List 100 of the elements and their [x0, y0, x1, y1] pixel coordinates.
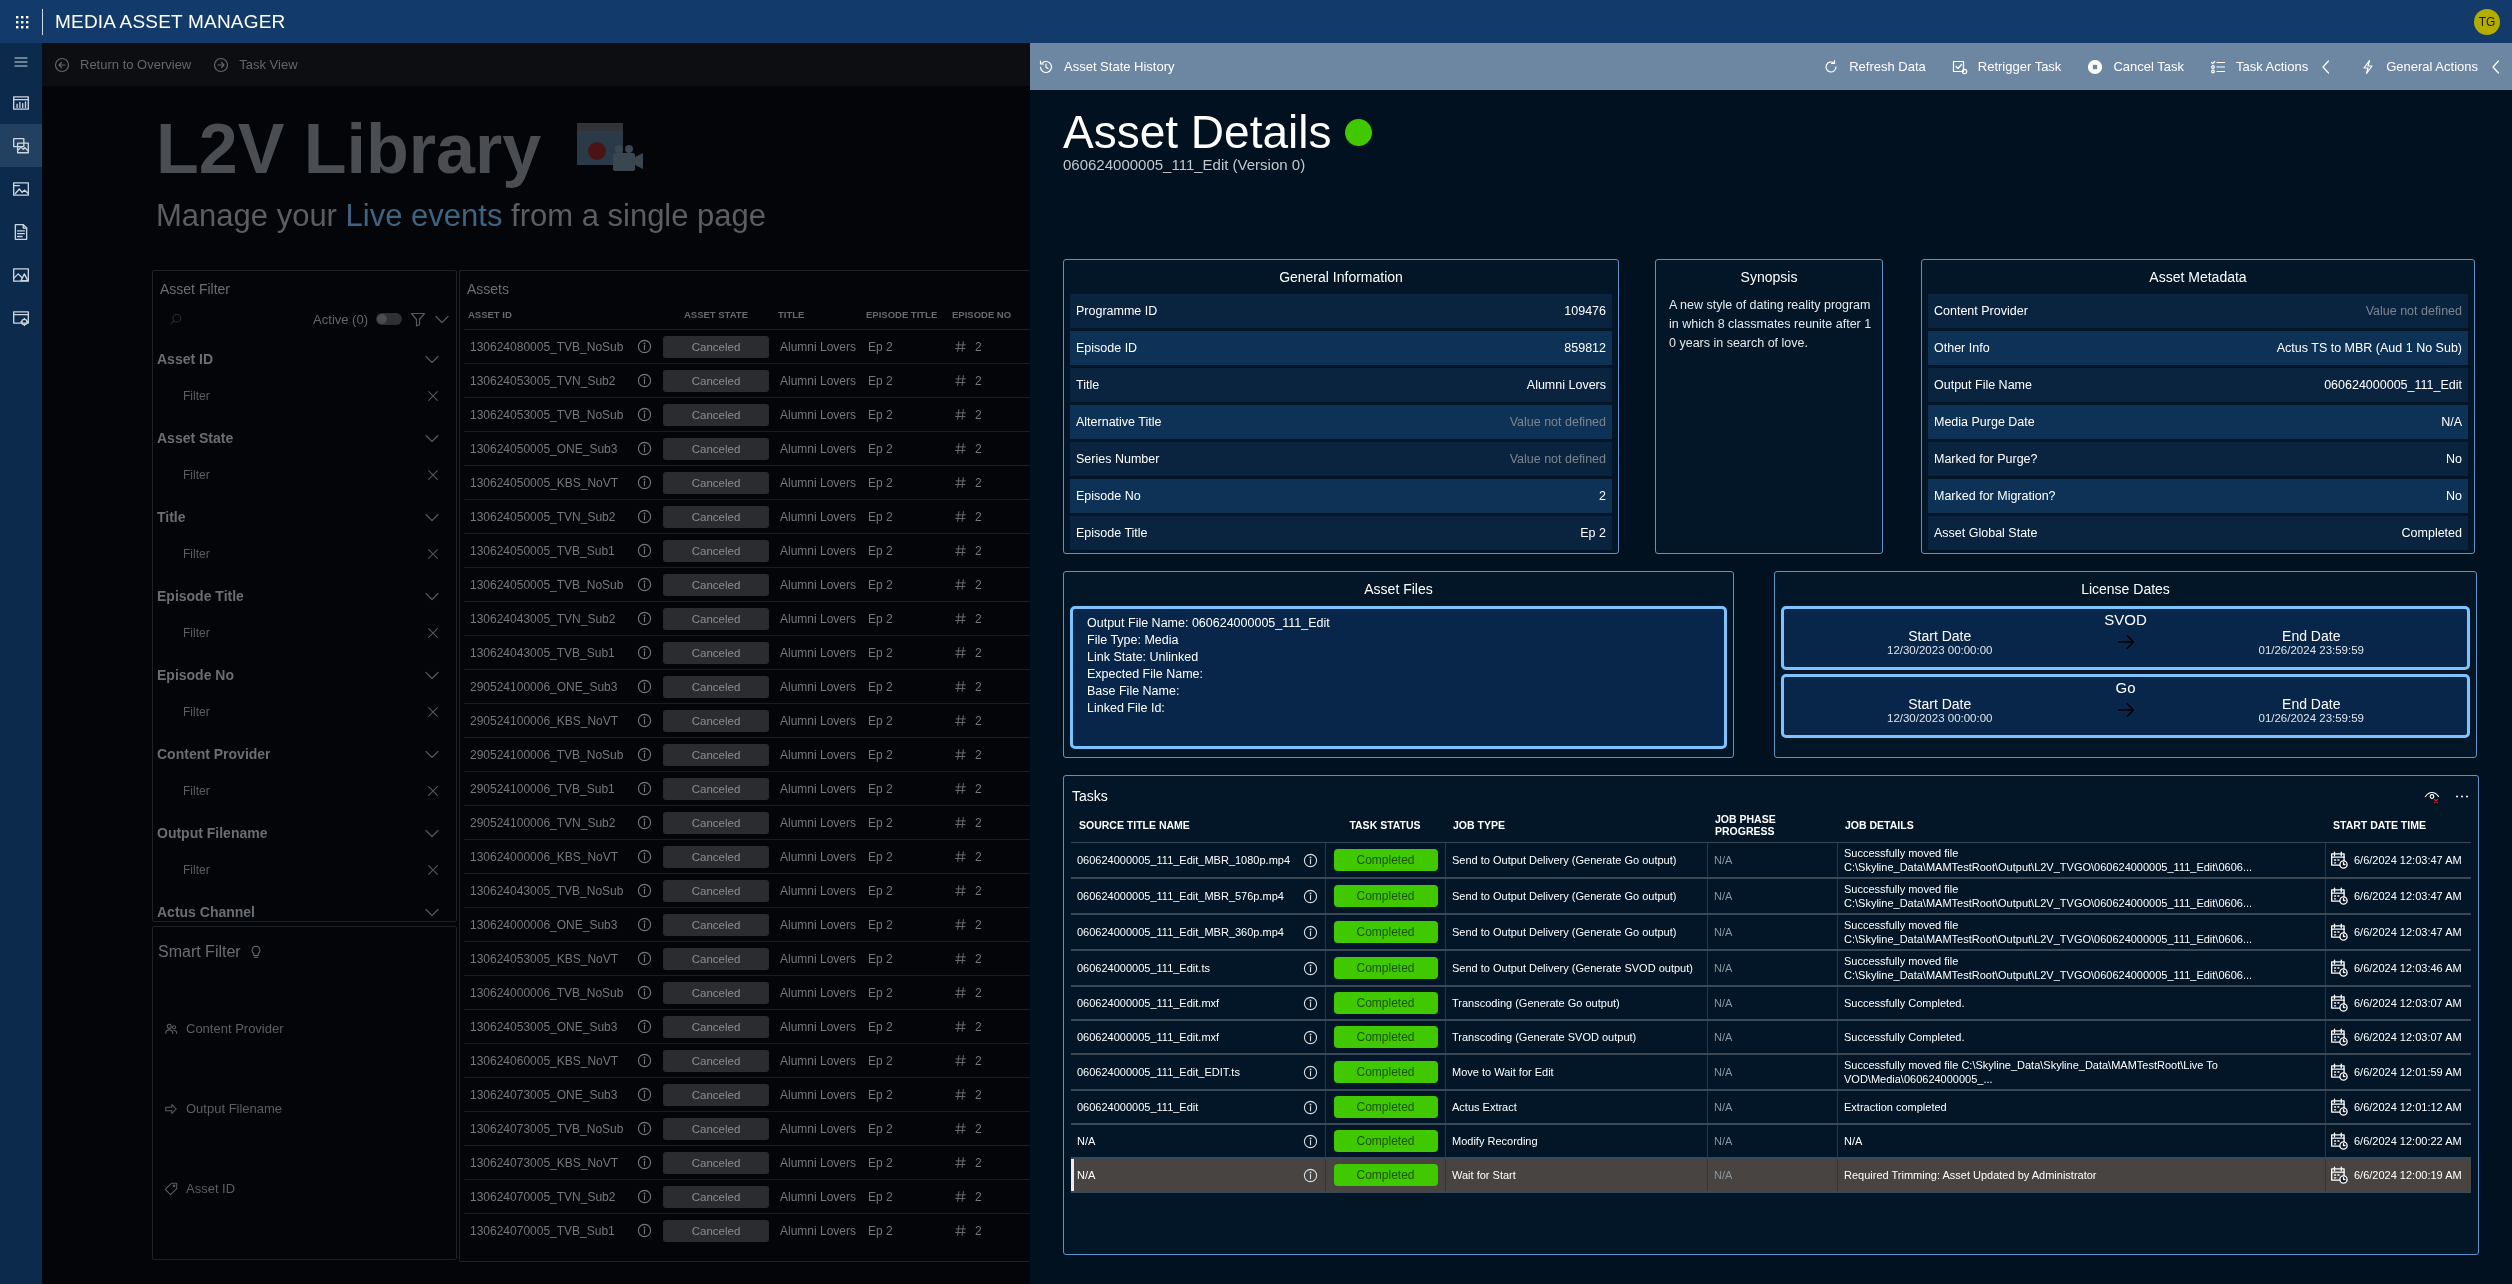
table-cell: Successfully moved file C:\Skyline_Data\Skyline_Data\MAMTestRoot\Live To VOD\Media\060624000005_... [1837, 1055, 2325, 1090]
search-icon [169, 312, 183, 326]
table-cell-text: 060624000005_111_Edit.ts [1076, 961, 1211, 977]
table-cell: 2 [975, 475, 982, 490]
hash-icon [954, 1224, 967, 1237]
task-row[interactable]: 060624000005_111_Edit.mxf Completed Transcoding (Generate SVOD output) N/A Successfully Completed. 6/6/2024 12:03:07 AM [1071, 1021, 2471, 1056]
column-header: JOB TYPE [1445, 808, 1707, 844]
field-value: Actus TS to MBR (Aud 1 No Sub) [2276, 341, 2462, 356]
filter-label: Asset State [157, 430, 234, 446]
filter-field[interactable]: Filter [181, 625, 385, 641]
smart-filter-item[interactable]: Output Filename [164, 1101, 456, 1116]
task-row[interactable]: 060624000005_111_Edit Completed Actus Extract N/A Extraction completed 6/6/2024 12:01:12 AM [1071, 1091, 2471, 1126]
table-cell: 6/6/2024 12:00:19 AM [2354, 1168, 2462, 1183]
smart-filter-item[interactable]: Content Provider [164, 1021, 456, 1036]
table-cell: Send to Output Delivery (Generate SVOD output) [1445, 951, 1707, 986]
hash-icon [954, 1122, 967, 1135]
task-row[interactable] [1071, 879, 2471, 916]
user-avatar[interactable]: TG [2474, 8, 2500, 35]
info-icon [636, 917, 652, 932]
task-row[interactable] [1071, 951, 2471, 988]
nav-item[interactable] [0, 124, 42, 167]
task-row[interactable]: 060624000005_111_Edit.mxf Completed Transcoding (Generate Go output) N/A Successfully Completed. 6/6/2024 12:03:07 AM [1071, 987, 2471, 1022]
toolbar-button[interactable]: Cancel Task [2087, 58, 2184, 75]
circle-arrow-left-icon [54, 56, 70, 73]
task-row[interactable] [1071, 843, 2471, 880]
task-row[interactable]: 060624000005_111_Edit_EDIT.ts Completed Move to Wait for Edit N/A Successfully moved file C:\Skyline_Data\Skyline_Data\MAMTestRoot\Live To VOD\Media\060624000005_... 6/6/2024 12:01:59 AM [1071, 1055, 2471, 1092]
table-cell-text: Alumni Lovers [779, 406, 858, 424]
info-icon [1302, 888, 1318, 904]
table-cell: 2 [975, 373, 982, 388]
info-icon [636, 441, 652, 456]
file-info-line: File Type: Media [1087, 632, 1180, 650]
filter-field[interactable]: Filter [181, 546, 385, 562]
field-value: 109476 [1564, 304, 1606, 319]
document-icon [12, 222, 30, 241]
info-icon [1302, 924, 1318, 940]
table-cell: 2 [975, 815, 982, 830]
table-cell: N/A [1707, 1021, 1837, 1054]
breadcrumb-link[interactable]: Return to Overview [54, 56, 192, 73]
info-icon [1302, 1099, 1318, 1115]
checklist-icon [2209, 58, 2226, 75]
field-label: Asset Global State [1934, 526, 2038, 541]
filter-field[interactable]: Filter [181, 704, 385, 720]
close-icon [426, 547, 440, 561]
calendar-clock-icon [2330, 1166, 2348, 1185]
table-cell-text: Alumni Lovers [779, 610, 858, 628]
table-cell: Successfully moved file C:\Skyline_Data\MAMTestRoot\Output\L2V_TVGO\060624000005_111_Edit\0606... [1837, 951, 2325, 986]
calendar-clock-icon [2330, 1098, 2348, 1117]
table-cell-text: Alumni Lovers [779, 644, 858, 662]
smart-filter-item[interactable]: Asset ID [164, 1181, 456, 1196]
field-value: 2 [1599, 489, 1606, 504]
filter-field[interactable]: Filter [181, 467, 385, 483]
table-cell-text: Ep 2 [867, 678, 894, 696]
field-label: Episode ID [1076, 341, 1138, 356]
table-cell: Successfully Completed. [1837, 987, 2325, 1020]
active-toggle[interactable] [376, 313, 402, 325]
toolbar-button[interactable]: Task Actions [2209, 58, 2335, 75]
table-cell-text: Ep 2 [867, 1086, 894, 1104]
table-cell-text: Alumni Lovers [779, 372, 858, 390]
table-cell: N/A [1707, 879, 1837, 914]
table-cell: 2 [975, 509, 982, 524]
filter-field[interactable]: Filter [181, 862, 385, 878]
column-header: EPISODE NO [951, 307, 1013, 322]
task-row[interactable]: N/A Completed Wait for Start N/A Required Trimming: Asset Updated by Administrator 6/6/2024 12:00:19 AM [1071, 1159, 2471, 1194]
state-tag: Canceled [663, 879, 769, 902]
toolbar-button[interactable]: Retrigger Task [1951, 58, 2062, 75]
history-button[interactable]: Asset State History [1038, 58, 1175, 75]
toolbar-button[interactable]: General Actions [2360, 58, 2504, 75]
table-cell-text: Alumni Lovers [779, 440, 858, 458]
breadcrumb-link[interactable]: Task View [213, 56, 298, 73]
hash-icon [954, 850, 967, 863]
field-value: Ep 2 [1580, 526, 1606, 541]
panel-title: Assets [466, 280, 510, 299]
table-cell-text: 130624043005_TVB_Sub1 [469, 644, 616, 662]
info-icon [636, 339, 652, 354]
field-value: N/A [2441, 415, 2462, 430]
status-dot [1345, 118, 1373, 146]
table-cell-text: 060624000005_111_Edit.mxf [1076, 1030, 1221, 1046]
toolbar-button[interactable]: Refresh Data [1823, 58, 1926, 75]
state-tag: Canceled [663, 1015, 769, 1038]
image-stack-icon [12, 136, 30, 155]
panel-title: Asset Filter [159, 280, 231, 299]
info-icon [636, 407, 652, 422]
close-icon [426, 863, 440, 877]
close-icon [426, 705, 440, 719]
filter-field[interactable]: Filter [181, 388, 385, 404]
state-tag: Canceled [663, 981, 769, 1004]
info-icon [636, 1019, 652, 1034]
info-icon [1302, 995, 1318, 1011]
table-cell-text: Ep 2 [867, 1052, 894, 1070]
app-launcher-icon[interactable] [14, 13, 30, 30]
table-cell-text: Alumni Lovers [779, 882, 858, 900]
field-label: Output File Name [1934, 378, 2032, 393]
filter-field[interactable]: Filter [181, 783, 385, 799]
more-button[interactable] [2454, 794, 2470, 798]
table-cell-text: 290524100006_KBS_NoVT [469, 712, 620, 730]
table-cell: N/A [1707, 843, 1837, 878]
task-row[interactable] [1071, 915, 2471, 952]
date-value: 01/26/2024 23:59:59 [2258, 644, 2364, 657]
close-icon [426, 784, 440, 798]
close-icon [426, 468, 440, 482]
